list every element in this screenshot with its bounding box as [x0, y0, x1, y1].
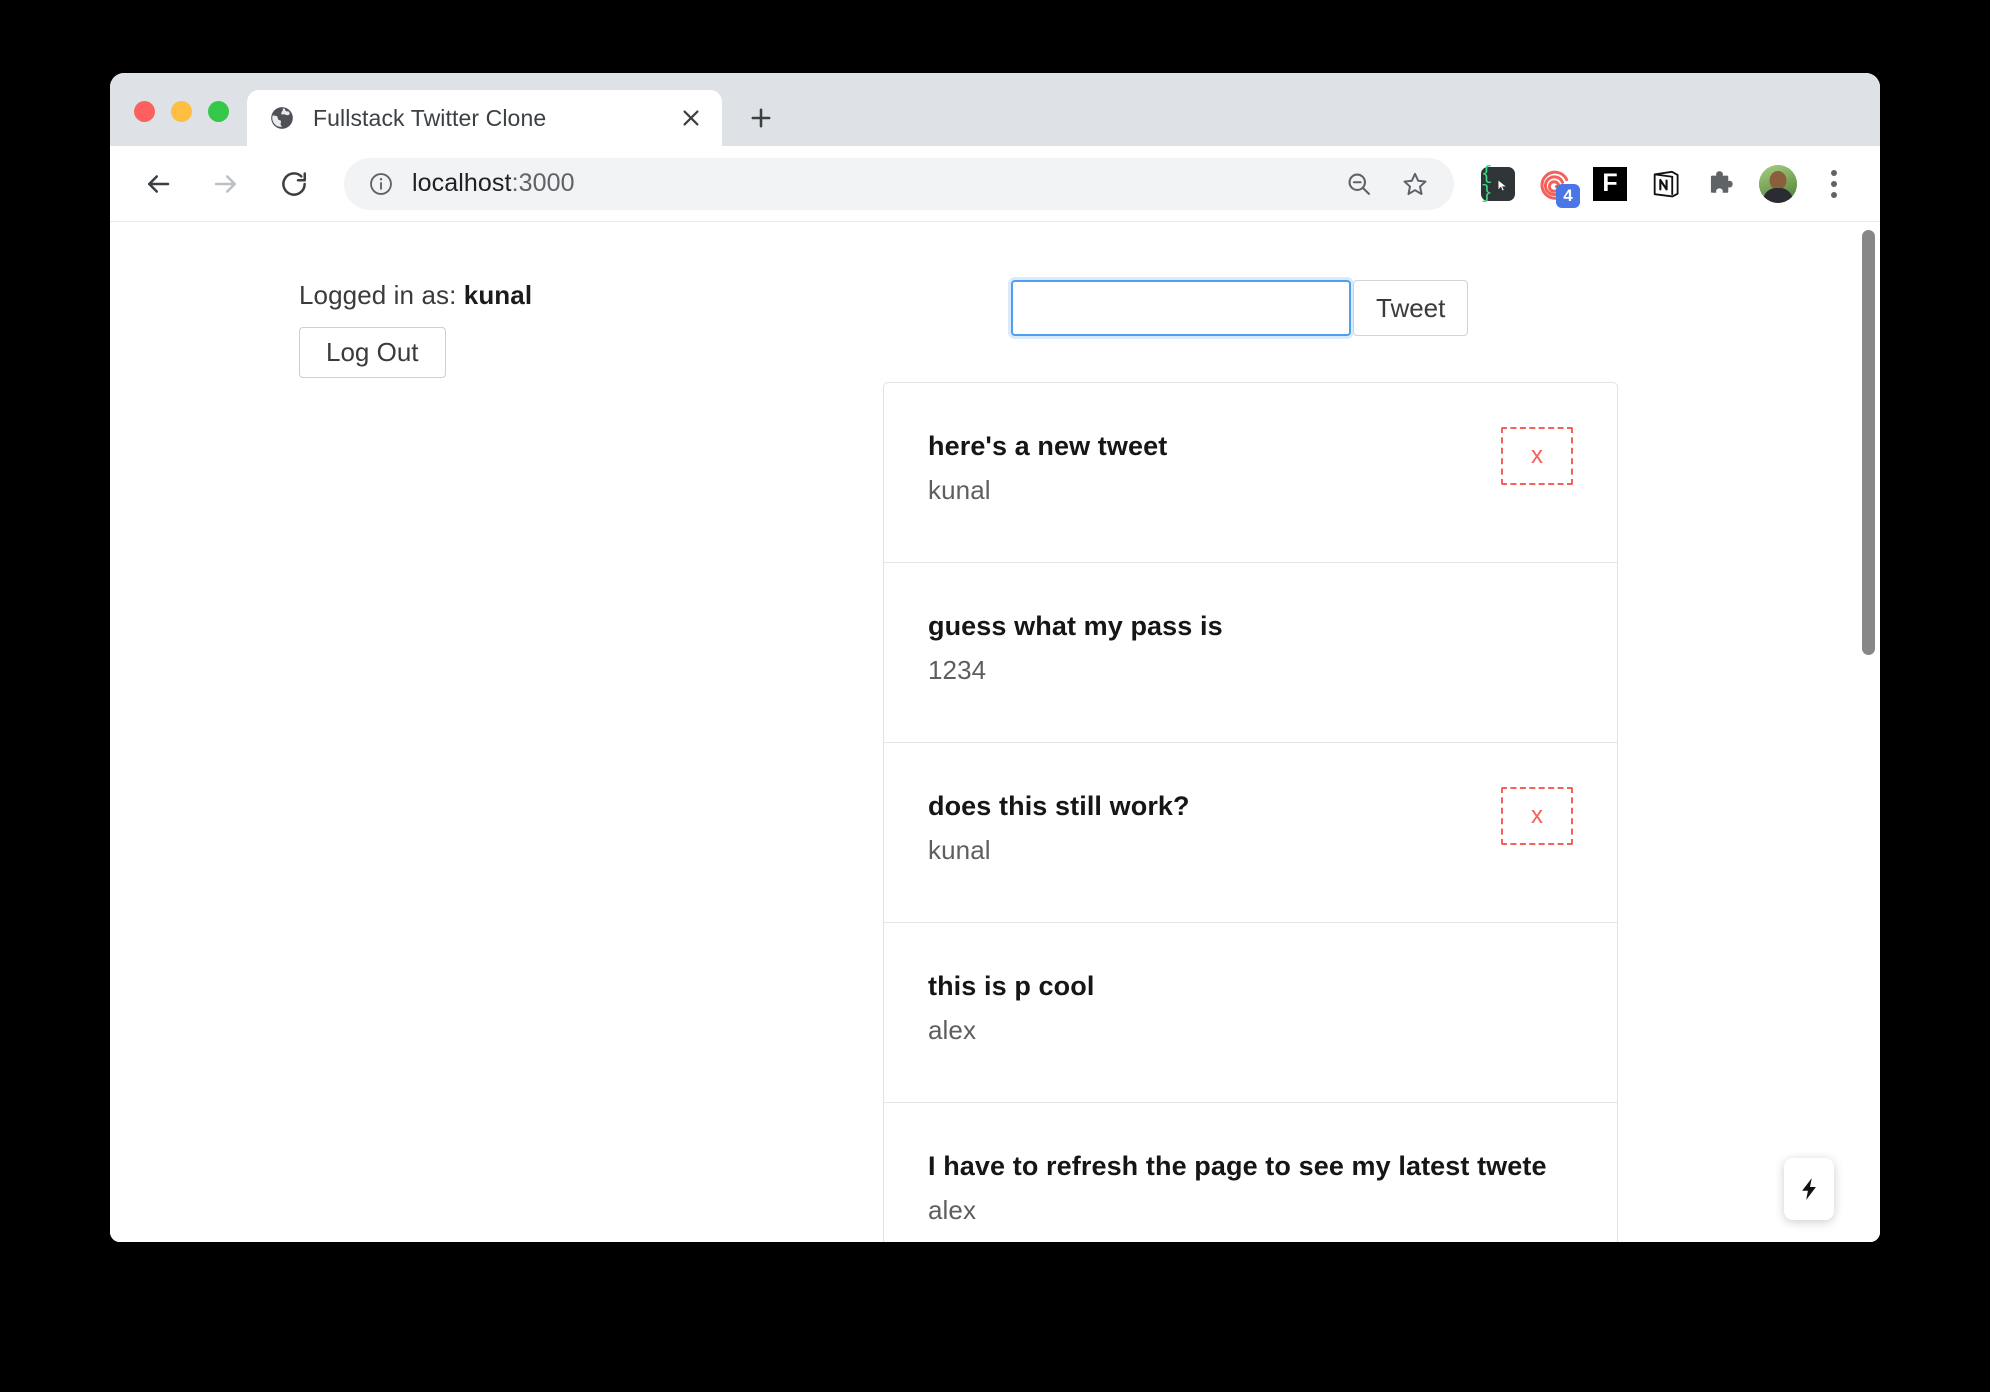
tweet-author: alex [928, 1012, 1573, 1050]
code-cursor-extension-icon[interactable]: { } [1472, 158, 1524, 210]
page-content: Logged in as: kunal Log Out Tweet here's… [110, 222, 1880, 1242]
figma-f-glyph: F [1593, 167, 1627, 201]
back-button-icon[interactable] [132, 158, 184, 210]
tweet-item: guess what my pass is 1234 [884, 563, 1617, 743]
tab-close-icon[interactable] [676, 103, 706, 133]
grammarly-badge-count: 4 [1556, 184, 1580, 208]
star-icon[interactable] [1392, 161, 1438, 207]
tweet-submit-button[interactable]: Tweet [1353, 280, 1468, 336]
tweet-author: alex [928, 1192, 1573, 1230]
lightning-bolt-icon [1796, 1173, 1822, 1205]
figma-extension-icon[interactable]: F [1584, 158, 1636, 210]
kebab-menu-icon [1831, 170, 1837, 198]
profile-avatar[interactable] [1752, 158, 1804, 210]
page-scrollbar[interactable] [1858, 222, 1880, 1242]
notion-extension-icon[interactable] [1640, 158, 1692, 210]
zoom-out-icon[interactable] [1336, 161, 1382, 207]
screen: Fullstack Twitter Clone [0, 0, 1990, 1392]
cursor-arrow-icon [1496, 179, 1509, 197]
globe-icon [269, 105, 295, 131]
window-maximize-button[interactable] [208, 101, 229, 122]
tweet-item: I have to refresh the page to see my lat… [884, 1103, 1617, 1242]
puzzle-extensions-icon[interactable] [1696, 158, 1748, 210]
tweet-author: kunal [928, 472, 1573, 510]
tab-title: Fullstack Twitter Clone [313, 105, 666, 132]
window-traffic-lights [110, 101, 247, 146]
window-close-button[interactable] [134, 101, 155, 122]
tweet-item: does this still work? kunal x [884, 743, 1617, 923]
logged-in-username: kunal [464, 280, 532, 310]
url-port: :3000 [512, 169, 575, 197]
log-out-button[interactable]: Log Out [299, 327, 446, 378]
delete-tweet-button[interactable]: x [1501, 427, 1573, 485]
address-bar[interactable]: localhost:3000 [344, 158, 1454, 210]
tweet-text: this is p cool [928, 967, 1573, 1006]
extensions-area: { } 4 F [1472, 158, 1860, 210]
new-tab-button[interactable] [740, 97, 782, 139]
logged-in-prefix: Logged in as: [299, 280, 464, 310]
address-bar-url: localhost:3000 [412, 169, 575, 198]
tweet-item: this is p cool alex [884, 923, 1617, 1103]
tweet-author: 1234 [928, 652, 1573, 690]
tweet-text: guess what my pass is [928, 607, 1573, 646]
delete-tweet-button[interactable]: x [1501, 787, 1573, 845]
tweet-author: kunal [928, 832, 1573, 870]
feed-column: Tweet here's a new tweet kunal x guess w… [883, 280, 1618, 1242]
browser-window: Fullstack Twitter Clone [110, 73, 1880, 1242]
page-scrollbar-thumb[interactable] [1862, 230, 1875, 655]
grammarly-extension-icon[interactable]: 4 [1528, 158, 1580, 210]
browser-menu-button[interactable] [1808, 158, 1860, 210]
page-viewport: Logged in as: kunal Log Out Tweet here's… [110, 222, 1880, 1242]
browser-toolbar: localhost:3000 [110, 146, 1880, 222]
info-circle-icon[interactable] [368, 171, 394, 197]
tab-strip: Fullstack Twitter Clone [110, 73, 1880, 146]
lightning-bolt-button[interactable] [1784, 1158, 1834, 1220]
omnibox-actions [1336, 161, 1444, 207]
account-panel: Logged in as: kunal Log Out [299, 280, 629, 378]
tweet-composer: Tweet [1011, 280, 1618, 336]
tweet-list: here's a new tweet kunal x guess what my… [883, 382, 1618, 1242]
tweet-text: here's a new tweet [928, 427, 1573, 466]
browser-tab[interactable]: Fullstack Twitter Clone [247, 90, 722, 146]
tweet-input[interactable] [1011, 280, 1351, 336]
forward-button-icon [200, 158, 252, 210]
logged-in-label: Logged in as: kunal [299, 280, 629, 311]
reload-button-icon[interactable] [268, 158, 320, 210]
tweet-item: here's a new tweet kunal x [884, 383, 1617, 563]
window-minimize-button[interactable] [171, 101, 192, 122]
tweet-text: does this still work? [928, 787, 1573, 826]
url-host: localhost [412, 169, 512, 197]
tweet-text: I have to refresh the page to see my lat… [928, 1147, 1573, 1186]
